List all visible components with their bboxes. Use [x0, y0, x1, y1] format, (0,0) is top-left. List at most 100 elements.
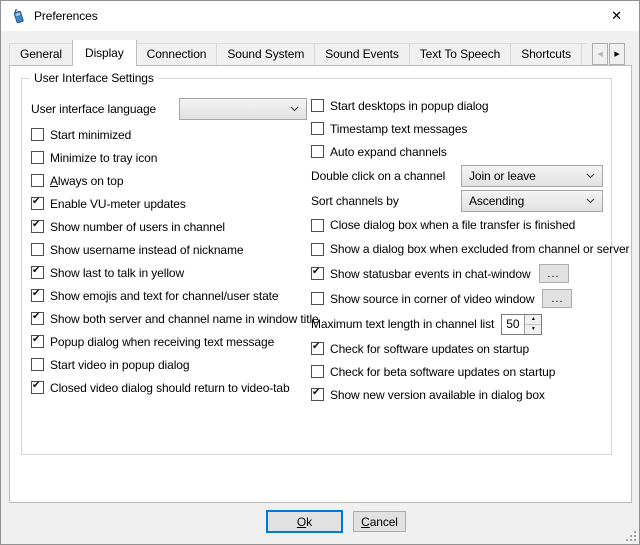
- checkbox[interactable]: [31, 335, 44, 348]
- chevron-down-icon: [586, 173, 595, 179]
- row-double-click-channel: Double click on a channel Join or leave: [311, 163, 603, 188]
- tab-text-to-speech[interactable]: Text To Speech: [409, 43, 511, 65]
- checkbox[interactable]: [31, 381, 44, 394]
- max-text-length-spinbox: 50 ▲ ▼: [501, 314, 542, 335]
- checkbox[interactable]: [31, 289, 44, 302]
- max-text-length-input[interactable]: 50: [502, 315, 524, 334]
- tab-connection[interactable]: Connection: [136, 43, 218, 65]
- row-minimize-to-tray[interactable]: Minimize to tray icon: [31, 146, 307, 169]
- group-title: User Interface Settings: [30, 71, 158, 85]
- row-timestamp-messages[interactable]: Timestamp text messages: [311, 117, 603, 140]
- checkbox-label: Show new version available in dialog box: [330, 388, 545, 402]
- checkbox[interactable]: [311, 243, 324, 256]
- spin-buttons: ▲ ▼: [524, 315, 541, 334]
- row-show-username[interactable]: Show username instead of nickname: [31, 238, 307, 261]
- chevron-down-icon: [290, 106, 299, 112]
- video-source-ellipsis-button[interactable]: ...: [542, 289, 572, 308]
- tab-video[interactable]: Video: [581, 43, 587, 65]
- checkbox-label: Show number of users in channel: [50, 220, 225, 234]
- checkbox-label: Minimize to tray icon: [50, 151, 157, 165]
- statusbar-events-ellipsis-button[interactable]: ...: [539, 264, 569, 283]
- row-show-emojis[interactable]: Show emojis and text for channel/user st…: [31, 284, 307, 307]
- checkbox[interactable]: [31, 151, 44, 164]
- checkbox-label: Popup dialog when receiving text message: [50, 335, 274, 349]
- checkbox[interactable]: [311, 365, 324, 378]
- row-video-source-corner[interactable]: Show source in corner of video window ..…: [311, 286, 603, 311]
- checkbox[interactable]: [31, 174, 44, 187]
- checkbox-label: Show source in corner of video window: [330, 292, 534, 306]
- checkbox-label: Show a dialog box when excluded from cha…: [330, 242, 629, 256]
- tab-scroll-left-icon[interactable]: ◀: [592, 43, 608, 65]
- checkbox-label: Enable VU-meter updates: [50, 197, 186, 211]
- checkbox-label: Show username instead of nickname: [50, 243, 243, 257]
- close-icon[interactable]: ✕: [594, 1, 639, 31]
- checkbox[interactable]: [311, 388, 324, 401]
- cancel-button-label: Cancel: [361, 515, 398, 529]
- checkbox[interactable]: [311, 122, 324, 135]
- left-column: User interface language Start minimized …: [31, 94, 307, 399]
- double-click-combobox[interactable]: Join or leave: [461, 165, 603, 187]
- row-check-beta-updates[interactable]: Check for beta software updates on start…: [311, 360, 603, 383]
- row-closed-video-return[interactable]: Closed video dialog should return to vid…: [31, 376, 307, 399]
- tab-sound-system[interactable]: Sound System: [216, 43, 315, 65]
- row-show-dialog-excluded[interactable]: Show a dialog box when excluded from cha…: [311, 237, 603, 261]
- checkbox[interactable]: [31, 266, 44, 279]
- row-show-new-version[interactable]: Show new version available in dialog box: [311, 383, 603, 406]
- checkbox-label: Timestamp text messages: [330, 122, 467, 136]
- checkbox[interactable]: [311, 342, 324, 355]
- row-show-number-users[interactable]: Show number of users in channel: [31, 215, 307, 238]
- sort-channels-label: Sort channels by: [311, 194, 399, 208]
- checkbox[interactable]: [311, 219, 324, 232]
- row-show-server-channel-title[interactable]: Show both server and channel name in win…: [31, 307, 307, 330]
- checkbox-label: Show both server and channel name in win…: [50, 312, 319, 326]
- ok-button[interactable]: Ok: [266, 510, 343, 533]
- checkbox[interactable]: [311, 292, 324, 305]
- titlebar[interactable]: Preferences ✕: [1, 1, 639, 31]
- checkbox-label: Show last to talk in yellow: [50, 266, 184, 280]
- row-enable-vu-meter[interactable]: Enable VU-meter updates: [31, 192, 307, 215]
- row-check-updates[interactable]: Check for software updates on startup: [311, 337, 603, 360]
- row-show-last-talk[interactable]: Show last to talk in yellow: [31, 261, 307, 284]
- checkbox[interactable]: [31, 197, 44, 210]
- sort-channels-combobox[interactable]: Ascending: [461, 190, 603, 212]
- tab-general[interactable]: General: [9, 43, 73, 65]
- resize-grip[interactable]: [625, 530, 637, 542]
- row-statusbar-events[interactable]: Show statusbar events in chat-window ...: [311, 261, 603, 286]
- row-sort-channels: Sort channels by Ascending: [311, 188, 603, 213]
- row-auto-expand-channels[interactable]: Auto expand channels: [311, 140, 603, 163]
- ok-button-label: Ok: [297, 515, 312, 529]
- language-label: User interface language: [31, 102, 156, 116]
- checkbox[interactable]: [31, 243, 44, 256]
- checkbox-label: Show emojis and text for channel/user st…: [50, 289, 279, 303]
- row-popup-text-message[interactable]: Popup dialog when receiving text message: [31, 330, 307, 353]
- checkbox[interactable]: [311, 145, 324, 158]
- row-start-minimized[interactable]: Start minimized: [31, 123, 307, 146]
- app-icon[interactable]: [10, 8, 26, 24]
- row-start-desktops-popup[interactable]: Start desktops in popup dialog: [311, 94, 603, 117]
- row-close-dialog-file-transfer[interactable]: Close dialog box when a file transfer is…: [311, 213, 603, 237]
- checkbox[interactable]: [31, 128, 44, 141]
- checkbox-label: Always on top: [50, 174, 123, 188]
- checkbox[interactable]: [311, 99, 324, 112]
- spin-up-icon[interactable]: ▲: [525, 315, 541, 325]
- tab-scroll-right-icon[interactable]: ▶: [609, 43, 625, 65]
- window-title: Preferences: [34, 9, 98, 23]
- language-combobox[interactable]: [179, 98, 307, 120]
- cancel-button[interactable]: Cancel: [353, 511, 406, 532]
- checkbox[interactable]: [31, 220, 44, 233]
- double-click-value: Join or leave: [469, 169, 586, 183]
- checkbox[interactable]: [31, 358, 44, 371]
- row-start-video-popup[interactable]: Start video in popup dialog: [31, 353, 307, 376]
- row-always-on-top[interactable]: Always on top: [31, 169, 307, 192]
- checkbox-label: Auto expand channels: [330, 145, 447, 159]
- double-click-label: Double click on a channel: [311, 169, 445, 183]
- tab-shortcuts[interactable]: Shortcuts: [510, 43, 582, 65]
- checkbox[interactable]: [31, 312, 44, 325]
- sort-channels-value: Ascending: [469, 194, 586, 208]
- tab-bar: General Display Connection Sound System …: [9, 40, 587, 66]
- tab-display[interactable]: Display: [72, 40, 137, 66]
- tab-sound-events[interactable]: Sound Events: [314, 43, 410, 65]
- spin-down-icon[interactable]: ▼: [525, 325, 541, 334]
- checkbox[interactable]: [311, 267, 324, 280]
- checkbox-label: Check for software updates on startup: [330, 342, 529, 356]
